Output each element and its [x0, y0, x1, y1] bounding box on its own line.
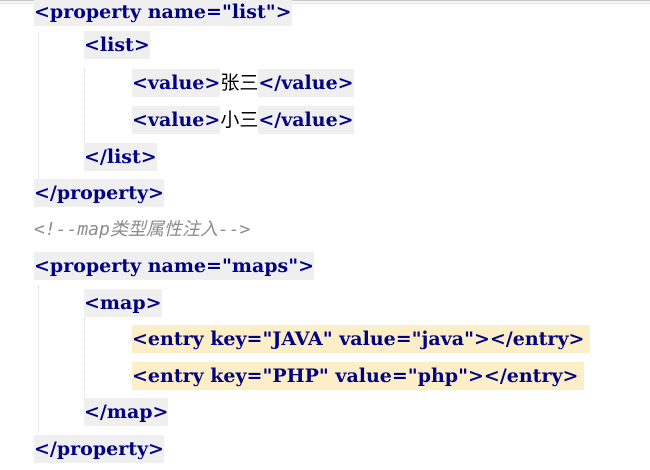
indent-guide: [84, 68, 85, 150]
code-line-12: </map>: [84, 398, 169, 426]
property-close-tag: </property>: [34, 179, 164, 207]
value-open-tag: <value>: [132, 69, 221, 97]
code-line-6: </property>: [34, 179, 164, 207]
code-line-13: </property>: [34, 435, 164, 463]
code-line-2: <list>: [84, 31, 150, 59]
property-open-tag: <property name="maps">: [34, 252, 315, 280]
code-line-7-comment: <!--map类型属性注入-->: [34, 216, 250, 244]
indent-guide: [38, 32, 39, 187]
xml-comment: <!--map类型属性注入-->: [34, 219, 251, 240]
property-open-tag: <property name="list">: [34, 0, 292, 26]
value-close-tag: </value>: [258, 106, 354, 134]
code-line-1: <property name="list">: [34, 0, 292, 26]
list-open-tag: <list>: [84, 31, 150, 59]
map-open-tag: <map>: [84, 289, 162, 317]
code-line-5: </list>: [84, 143, 157, 171]
code-line-11: <entry key="PHP" value="php"></entry>: [132, 362, 585, 390]
list-close-tag: </list>: [84, 143, 157, 171]
value-text: 张三: [220, 72, 259, 94]
value-text: 小三: [220, 109, 259, 131]
value-close-tag: </value>: [258, 69, 354, 97]
indent-guide: [84, 318, 85, 406]
code-line-4: <value>小三</value>: [132, 106, 354, 134]
code-line-3: <value>张三</value>: [132, 69, 354, 97]
value-open-tag: <value>: [132, 106, 221, 134]
indent-guide: [38, 286, 39, 442]
map-close-tag: </map>: [84, 398, 169, 426]
entry-tag: <entry key="PHP" value="php"></entry>: [132, 365, 579, 387]
entry-tag: <entry key="JAVA" value="java"></entry>: [132, 328, 585, 350]
code-line-8: <property name="maps">: [34, 252, 315, 280]
code-line-10: <entry key="JAVA" value="java"></entry>: [132, 325, 591, 353]
code-editor[interactable]: <property name="list"> <list> <value>张三<…: [0, 0, 650, 470]
code-line-9: <map>: [84, 289, 162, 317]
property-close-tag: </property>: [34, 435, 164, 463]
